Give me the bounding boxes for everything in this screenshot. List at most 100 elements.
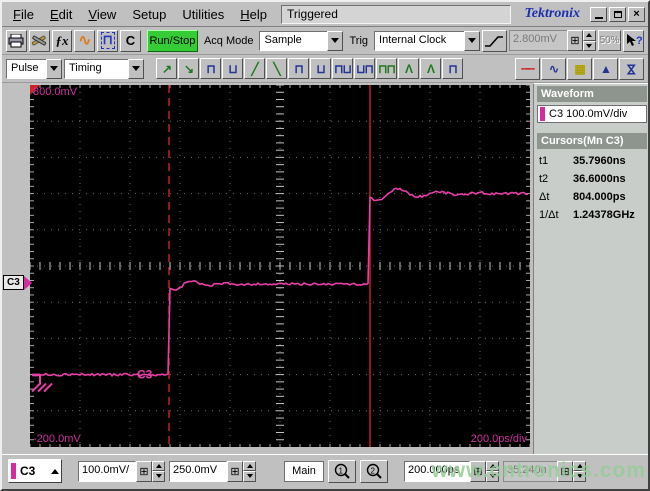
horizontal-scale-spinner[interactable] [486,460,499,482]
restore-button[interactable] [609,6,626,22]
burst-icon: ⊓⊓ [378,61,396,76]
menu-bar: File Edit View Setup Utilities Help Triggered… [2,2,648,27]
measurement-toolbar: Pulse Timing ↗ ↘ ⊓ ⊔ ╱ ╲ ⊓ ⊔ ⊓⊔ ⊔⊓ ⊓⊓ Λ Λ ⊓ ╌╌ ∿ ▦ ▲ ⋈ [2,55,648,83]
channel-marker-arrow-icon [23,275,32,290]
printer-icon [8,33,24,47]
chevron-down-icon[interactable] [327,30,344,51]
tools-button[interactable] [28,29,50,52]
main-toolbar: ƒx ∿ ⊓ C Run/Stop Acq Mode Sample Trig I… [2,27,648,55]
pos-width-button[interactable]: ⊓ [200,58,221,79]
readout-t1: t1 35.7960ns [537,152,647,170]
top-scale-label: 800.0mV [33,86,78,98]
pos-duty-icon: ⊓⊔ [334,61,352,76]
keypad-icon[interactable]: ⊞ [566,30,583,51]
print-button[interactable] [6,29,27,52]
chevron-down-icon[interactable] [46,58,62,79]
trig-source-select[interactable]: Internal Clock [374,30,481,51]
minimize-button[interactable] [590,6,607,22]
rise-time-icon: ↗ [161,61,172,76]
horizontal-position-spinner[interactable] [573,460,586,482]
eye-diagram-button[interactable]: ⋈ [619,57,644,80]
menu-edit[interactable]: Edit [42,5,80,24]
run-stop-button[interactable]: Run/Stop [146,29,198,52]
readout-label: 1/Δt [539,209,559,221]
svg-text:?: ? [636,35,642,47]
neg-peak-icon: Λ [426,61,435,76]
signal-class-select[interactable]: Pulse [6,58,62,79]
context-help-button[interactable]: ? [623,29,645,52]
wave-icon: ∿ [78,32,92,49]
menu-help[interactable]: Help [232,5,275,24]
svg-text:1: 1 [339,466,344,475]
fall-time-button[interactable]: ↘ [178,58,199,79]
trig-level-spinner[interactable] [582,30,596,51]
waveform-header: Waveform [537,86,647,102]
waveform-icon: ∿ [548,61,559,76]
horizontal-scale-field[interactable]: 200.000ps ⊞ [404,460,499,482]
delay-button[interactable]: ⊓ [442,58,463,79]
vertical-offset-field[interactable]: 250.0mV ⊞ [169,460,256,482]
set-50pct-button[interactable]: 50% [597,30,622,51]
horizontal-position-field[interactable]: 35.240n ⊞ [503,460,586,482]
menu-utilities[interactable]: Utilities [174,5,232,24]
pulse-select-icon: ⊓ [100,32,115,49]
pulse-edit-button[interactable]: ⊓ [97,29,119,52]
clear-button[interactable]: C [120,29,141,52]
histogram-button[interactable]: ▲ [593,57,618,80]
zoom-2-button[interactable]: 2 [360,459,388,483]
keypad-icon[interactable]: ⊞ [557,460,573,482]
delay-icon: ⊓ [448,61,457,76]
vertical-scale-spinner[interactable] [152,460,165,482]
menu-items: File Edit View Setup Utilities Help [5,5,275,24]
rise-slope-button[interactable]: ╱ [244,58,265,79]
waveform-plot: C3 [30,85,530,447]
vertical-offset-spinner[interactable] [243,460,256,482]
tektronix-logo: Tektronix [524,6,581,21]
chevron-down-icon[interactable] [464,30,481,51]
readout-Δt: Δt 804.000ps [537,188,647,206]
acq-mode-select[interactable]: Sample [259,30,344,51]
graticule[interactable]: C3 800.0mV -200.0mV 200.0ps/div [30,85,530,447]
pos-peak-button[interactable]: Λ [398,58,419,79]
menu-view[interactable]: View [80,5,124,24]
trig-level-field[interactable]: 2.800mV ⊞ [508,30,596,51]
horizontal-mode-box[interactable]: Main [284,460,324,482]
close-button[interactable]: × [628,6,645,22]
keypad-icon[interactable]: ⊞ [136,460,152,482]
menu-file[interactable]: File [5,5,42,24]
cursors-header: Cursors(Mn C3) [537,133,647,149]
neg-peak-button[interactable]: Λ [420,58,441,79]
annotation-button[interactable]: ▦ [567,57,592,80]
readout-label: Δt [539,191,550,203]
waveform-channel-entry[interactable]: C3 100.0mV/div [537,105,647,123]
menu-setup[interactable]: Setup [124,5,174,24]
measure-category-select[interactable]: Timing [64,58,144,79]
fall-slope-button[interactable]: ╲ [266,58,287,79]
neg-width-button[interactable]: ⊔ [222,58,243,79]
c3-color-swatch [540,107,545,121]
pos-duty-button[interactable]: ⊓⊔ [332,58,353,79]
acq-mode-label: Acq Mode [203,34,254,47]
zoom-1-button[interactable]: 1 [328,459,356,483]
neg-pulse-button[interactable]: ⊔ [310,58,331,79]
rise-time-button[interactable]: ↗ [156,58,177,79]
chevron-down-icon[interactable] [128,58,144,79]
keypad-icon[interactable]: ⊞ [227,460,243,482]
cursors-button[interactable]: ╌╌ [515,57,540,80]
pos-pulse-icon: ⊓ [294,61,303,76]
readout-label: t2 [539,173,549,185]
readout-1-Δt: 1/Δt 1.24378GHz [537,206,647,224]
trigger-status-field: Triggered [280,4,511,24]
keypad-icon[interactable]: ⊞ [470,460,486,482]
burst-button[interactable]: ⊓⊓ [376,58,397,79]
channel-c3-marker[interactable]: C3 [3,275,32,290]
pos-pulse-button[interactable]: ⊓ [288,58,309,79]
neg-duty-button[interactable]: ⊔⊓ [354,58,375,79]
waveform-button[interactable]: ∿ [541,57,566,80]
channel-select-button[interactable]: C3 [8,459,62,483]
waveform-tool-button[interactable]: ∿ [74,29,96,52]
readout-value: 36.6000ns [573,173,626,185]
math-fx-button[interactable]: ƒx [51,29,73,52]
vertical-scale-field[interactable]: 100.0mV/ ⊞ [78,460,165,482]
trig-slope-button[interactable] [482,29,507,52]
